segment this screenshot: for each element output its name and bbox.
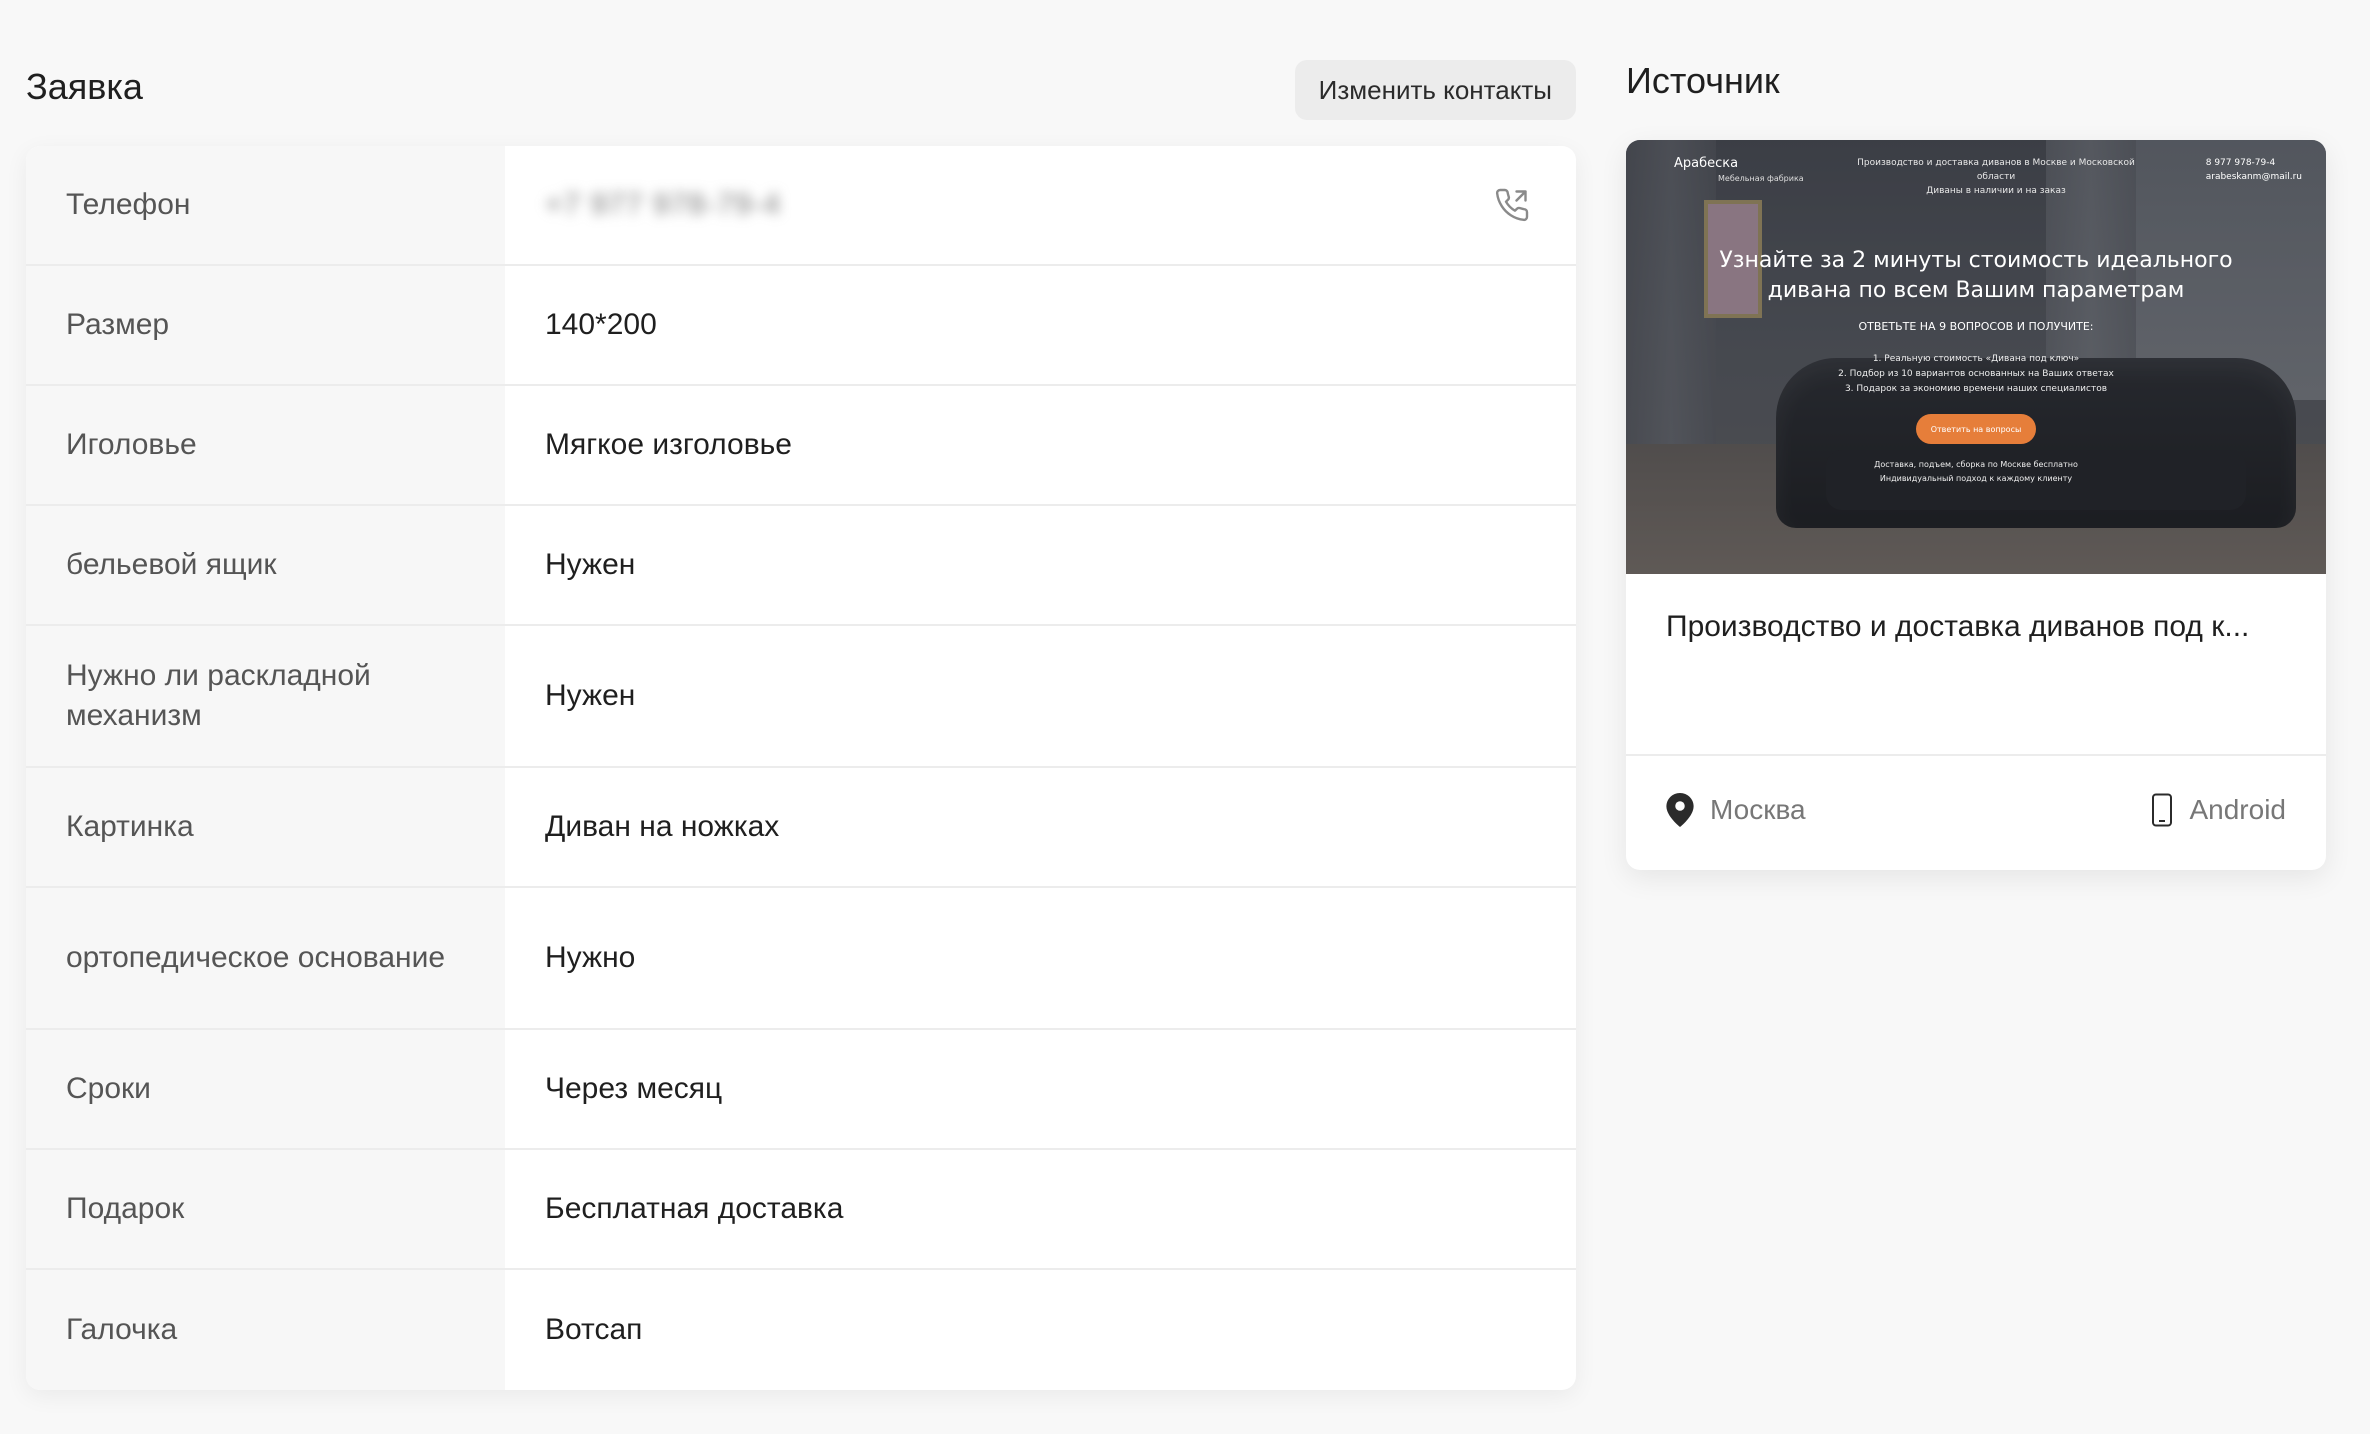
source-device: Android <box>2151 774 2286 846</box>
application-title: Заявка <box>26 66 143 107</box>
preview-bottom-text: Доставка, подъем, сборка по Москве беспл… <box>1786 458 2166 486</box>
preview-list-item: 2. Подбор из 10 вариантов основанных на … <box>1838 369 2114 379</box>
table-row: Галочка Вотсап <box>26 1270 1576 1390</box>
phone-icon[interactable] <box>1494 187 1530 223</box>
preview-email: arabeskanm@mail.ru <box>2205 172 2302 182</box>
row-value: 140*200 <box>545 308 657 341</box>
row-label: Подарок <box>26 1150 505 1268</box>
row-label: Картинка <box>26 768 505 886</box>
row-value: Бесплатная доставка <box>545 1192 844 1225</box>
row-label: бельевой ящик <box>26 506 505 624</box>
table-row: Иголовье Мягкое изголовье <box>26 386 1576 506</box>
row-value: Диван на ножках <box>545 810 780 843</box>
source-card-title[interactable]: Производство и доставка диванов под к... <box>1666 610 2286 644</box>
source-location: Москва <box>1666 774 1806 846</box>
preview-contacts: 8 977 978-79-4 arabeskanm@mail.ru <box>2206 156 2302 184</box>
application-details-table: Телефон +7 977 978-79-4 Размер 140*200 И… <box>26 146 1576 1390</box>
location-label: Москва <box>1710 794 1806 825</box>
application-section: Заявка Изменить контакты Телефон +7 977 … <box>26 60 1576 1390</box>
table-row: ортопедическое основание Нужно <box>26 888 1576 1030</box>
row-value: Вотсап <box>545 1313 643 1346</box>
table-row: Подарок Бесплатная доставка <box>26 1150 1576 1270</box>
preview-bottom-line: Доставка, подъем, сборка по Москве беспл… <box>1874 460 2078 469</box>
row-label: Размер <box>26 266 505 384</box>
row-label: Нужно ли раскладной механизм <box>26 626 505 766</box>
phone-number-blurred: +7 977 978-79-4 <box>545 188 782 221</box>
preview-top-line: Диваны в наличии и на заказ <box>1926 186 2066 196</box>
row-value: Нужен <box>545 679 636 712</box>
map-pin-icon <box>1666 793 1694 827</box>
preview-bottom-line: Индивидуальный подход к каждому клиенту <box>1879 474 2073 483</box>
preview-phone: 8 977 978-79-4 <box>2205 158 2276 168</box>
preview-cta-button: Ответить на вопросы <box>1916 414 2036 444</box>
preview-headline: Узнайте за 2 минуты стоимость идеального… <box>1719 248 2233 303</box>
row-value: +7 977 978-79-4 <box>505 146 1576 264</box>
table-row: бельевой ящик Нужен <box>26 506 1576 626</box>
table-row: Телефон +7 977 978-79-4 <box>26 146 1576 266</box>
preview-logo-sub: Мебельная фабрика <box>1718 174 1804 183</box>
row-value: Через месяц <box>545 1072 723 1105</box>
source-card[interactable]: Арабеска Мебельная фабрика Производство … <box>1626 140 2326 870</box>
row-label: Сроки <box>26 1030 505 1148</box>
table-row: Сроки Через месяц <box>26 1030 1576 1150</box>
preview-logo: Арабеска <box>1674 156 1739 171</box>
row-value: Нужно <box>545 941 636 974</box>
preview-list-item: 3. Подарок за экономию времени наших спе… <box>1844 384 2108 394</box>
preview-subheadline: ОТВЕТЬТЕ НА 9 ВОПРОСОВ И ПОЛУЧИТЕ: <box>1858 320 2094 333</box>
preview-list-item: 1. Реальную стоимость «Дивана под ключ» <box>1872 354 2080 364</box>
card-divider <box>1626 754 2326 756</box>
page: Заявка Изменить контакты Телефон +7 977 … <box>0 0 2370 1434</box>
table-row: Картинка Диван на ножках <box>26 768 1576 888</box>
preview-top-line: Производство и доставка диванов в Москве… <box>1857 158 2135 182</box>
change-contacts-button[interactable]: Изменить контакты <box>1294 60 1576 120</box>
row-label: Иголовье <box>26 386 505 504</box>
source-title: Источник <box>1626 60 1780 101</box>
landing-preview-image[interactable]: Арабеска Мебельная фабрика Производство … <box>1626 140 2326 574</box>
preview-list: 1. Реальную стоимость «Дивана под ключ» … <box>1776 352 2176 397</box>
table-row: Нужно ли раскладной механизм Нужен <box>26 626 1576 768</box>
row-value: Нужен <box>545 548 636 581</box>
device-label: Android <box>2189 794 2286 825</box>
smartphone-icon <box>2152 793 2173 827</box>
row-label: Галочка <box>26 1270 505 1390</box>
row-label: ортопедическое основание <box>26 888 505 1028</box>
row-value: Мягкое изголовье <box>545 428 792 461</box>
row-label: Телефон <box>26 146 505 264</box>
table-row: Размер 140*200 <box>26 266 1576 386</box>
preview-top-text: Производство и доставка диванов в Москве… <box>1846 156 2146 198</box>
